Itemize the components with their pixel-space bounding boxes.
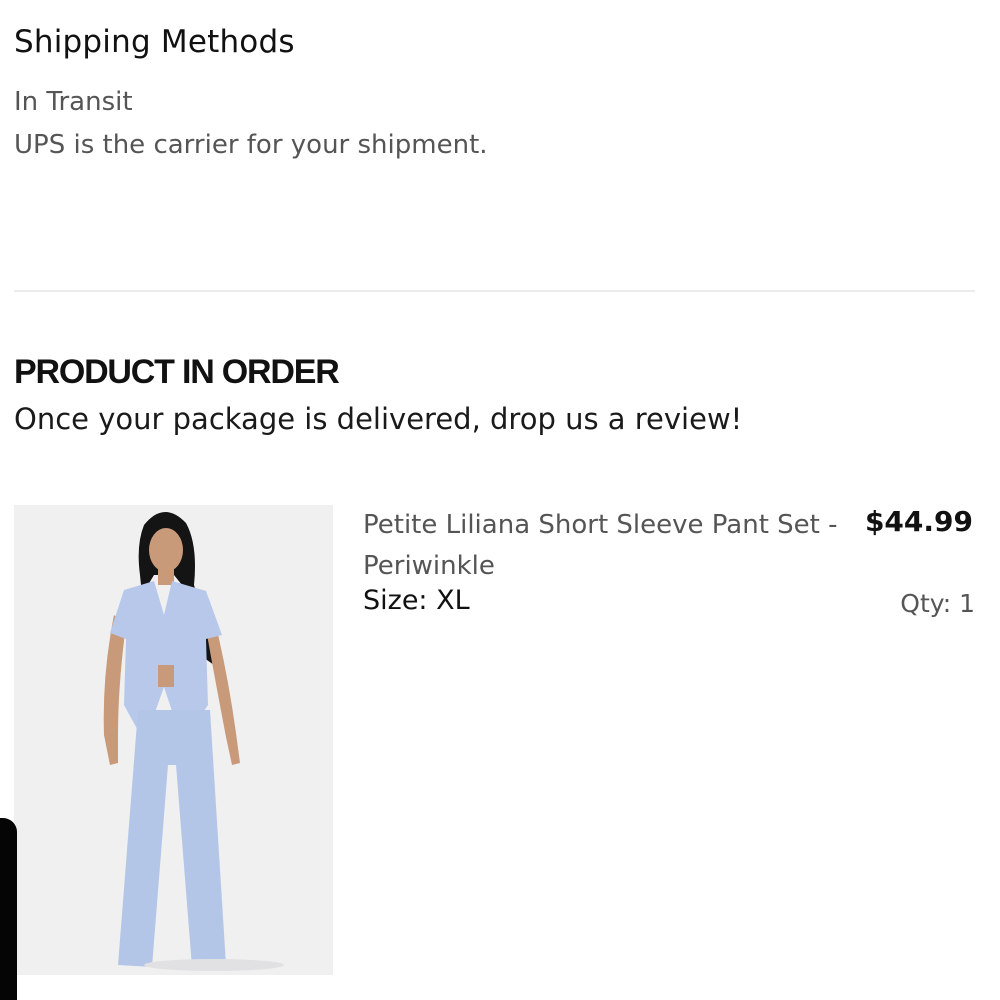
product-price: $44.99 <box>864 505 973 538</box>
product-quantity: Qty: 1 <box>900 589 975 618</box>
section-divider <box>14 290 975 292</box>
shipping-methods-title: Shipping Methods <box>14 24 295 60</box>
product-name-link[interactable]: Petite Liliana Short Sleeve Pant Set - P… <box>363 505 863 587</box>
product-size: Size: XL <box>363 585 470 616</box>
review-prompt-text: Once your package is delivered, drop us … <box>14 402 743 436</box>
side-drawer-tab[interactable] <box>0 818 17 1000</box>
product-in-order-heading: PRODUCT IN ORDER <box>14 353 340 391</box>
product-image[interactable] <box>14 505 333 975</box>
product-photo-illustration <box>14 505 333 975</box>
shipping-status: In Transit <box>14 87 133 117</box>
order-details-page: Shipping Methods In Transit UPS is the c… <box>0 0 1000 1000</box>
shipping-carrier-text: UPS is the carrier for your shipment. <box>14 130 488 160</box>
